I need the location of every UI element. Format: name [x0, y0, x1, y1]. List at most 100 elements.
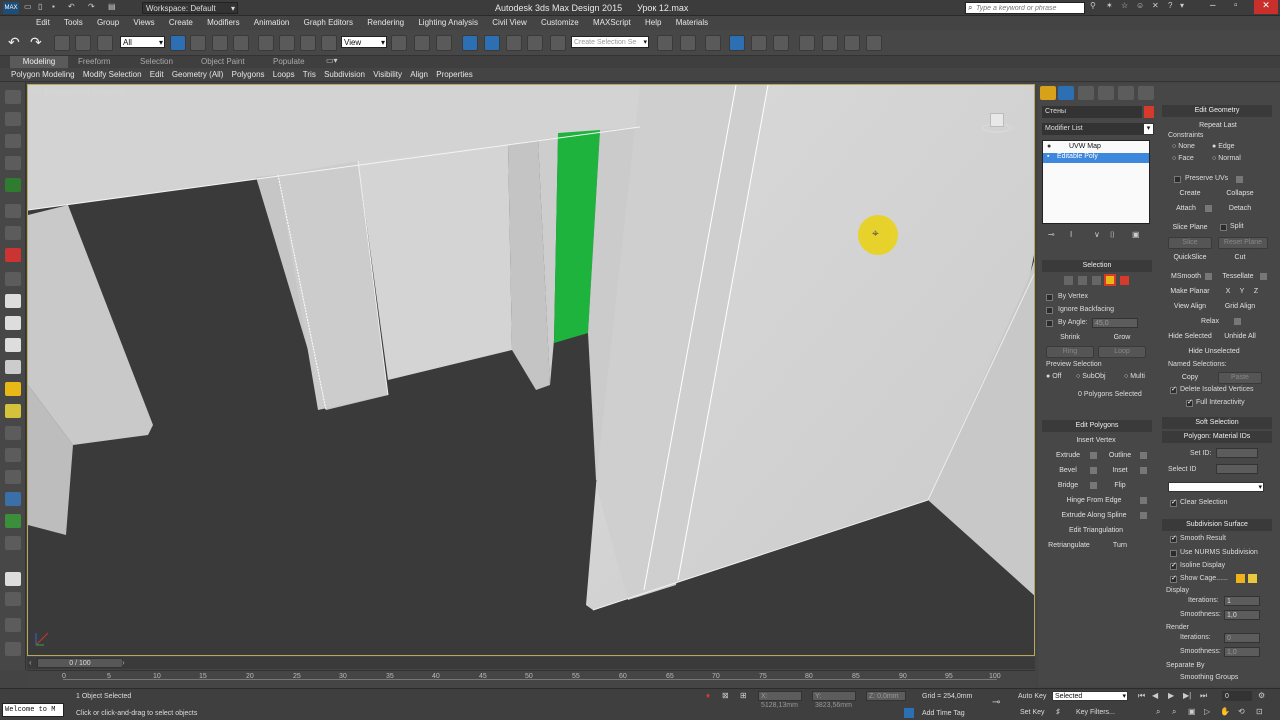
selection-filter-dropdown[interactable]: All ▾	[120, 36, 165, 48]
ribbon-loops[interactable]: Loops	[270, 68, 298, 81]
ribbon-modify-selection[interactable]: Modify Selection	[80, 68, 145, 81]
perspective-viewport[interactable]: [+] [Perspective] [Shaded] ⌖	[27, 84, 1035, 656]
mirror-icon[interactable]	[657, 35, 673, 51]
by-vertex-checkbox[interactable]	[1046, 294, 1053, 301]
graphite-toggle-icon[interactable]	[729, 35, 745, 51]
auto-key-button[interactable]: Auto Key	[1018, 693, 1046, 700]
track-bar[interactable]: 0 5 10 15 20 25 30 35 40 45 50 55 60 65 …	[27, 670, 1035, 688]
show-end-result-icon[interactable]: I	[1070, 230, 1072, 239]
orbit-icon[interactable]: ⟲	[1238, 707, 1245, 716]
create-tab-icon[interactable]	[1040, 86, 1056, 100]
edit-triangulation-button[interactable]: Edit Triangulation	[1046, 525, 1146, 537]
layer-manager-icon[interactable]	[705, 35, 721, 51]
key-filters-button[interactable]: Key Filters...	[1076, 709, 1115, 716]
pivot-center-icon[interactable]	[391, 35, 407, 51]
strip-tool-4-icon[interactable]	[5, 156, 21, 170]
tessellate-button[interactable]: Tessellate	[1218, 271, 1258, 283]
select-id-spinner[interactable]	[1216, 464, 1258, 474]
remove-modifier-icon[interactable]: ⌷	[1110, 230, 1115, 240]
isolate-selection-icon[interactable]: ♦	[706, 691, 710, 700]
window-crossing-icon[interactable]	[233, 35, 249, 51]
inset-button[interactable]: Inset	[1100, 465, 1140, 477]
render-setup-icon[interactable]	[822, 35, 838, 51]
msmooth-button[interactable]: MSmooth	[1168, 271, 1204, 283]
selection-rollout-header[interactable]: Selection	[1042, 260, 1152, 272]
hide-selected-button[interactable]: Hide Selected	[1166, 331, 1214, 343]
go-to-start-icon[interactable]: ⏮	[1138, 691, 1145, 701]
create-button[interactable]: Create	[1168, 188, 1212, 200]
undo-icon[interactable]: ↶	[68, 2, 75, 11]
strip-tool-7-icon[interactable]	[5, 226, 21, 240]
x-coordinate-field[interactable]: X: 5128,13mm	[758, 691, 802, 709]
rectangular-selection-icon[interactable]	[212, 35, 228, 51]
snap-toggle-icon[interactable]	[462, 35, 478, 51]
strip-tool-15-icon[interactable]	[5, 404, 21, 418]
reference-coordinate-dropdown[interactable]: View ▾	[341, 36, 387, 48]
strip-tool-12-icon[interactable]	[5, 338, 21, 352]
keyboard-shortcut-icon[interactable]	[436, 35, 452, 51]
select-move-icon[interactable]	[258, 35, 274, 51]
z-coordinate-field[interactable]: Z: 0,0mm	[866, 691, 906, 701]
curve-editor-icon[interactable]	[751, 35, 767, 51]
strip-tool-18-icon[interactable]	[5, 470, 21, 484]
menu-tools[interactable]: Tools	[58, 16, 89, 27]
collapse-button[interactable]: Collapse	[1218, 188, 1262, 200]
set-key-button[interactable]: Set Key	[1020, 709, 1045, 716]
split-checkbox[interactable]	[1220, 224, 1227, 231]
strip-tool-22-icon[interactable]	[5, 572, 21, 586]
redo-icon[interactable]: ↷	[88, 2, 95, 11]
time-slider[interactable]: ‹ 0 / 100 ›	[27, 657, 1035, 669]
cut-button[interactable]: Cut	[1218, 252, 1262, 264]
hide-unselected-button[interactable]: Hide Unselected	[1178, 346, 1250, 358]
outline-settings-icon[interactable]	[1140, 452, 1147, 459]
select-place-icon[interactable]	[321, 35, 337, 51]
add-time-tag-button[interactable]: Add Time Tag	[922, 710, 965, 717]
menu-create[interactable]: Create	[163, 16, 199, 27]
quickslice-button[interactable]: QuickSlice	[1168, 252, 1212, 264]
help-dropdown-icon[interactable]: ▾	[1180, 1, 1184, 10]
maxscript-listener[interactable]: Welcome to M	[2, 703, 64, 717]
modifier-list-dropdown[interactable]: Modifier List ▾	[1042, 123, 1154, 135]
display-tab-icon[interactable]	[1118, 86, 1134, 100]
border-level-icon[interactable]	[1092, 276, 1101, 285]
hierarchy-tab-icon[interactable]	[1078, 86, 1094, 100]
time-config-icon[interactable]: ⚙	[1258, 691, 1265, 700]
spinner-snap-icon[interactable]	[527, 35, 543, 51]
menu-views[interactable]: Views	[127, 16, 160, 27]
redo-icon[interactable]: ↷	[30, 34, 42, 51]
key-selection-dropdown[interactable]: Selected ▾	[1052, 691, 1128, 701]
project-folder-icon[interactable]: ▤	[108, 2, 116, 11]
strip-tool-20-icon[interactable]	[5, 514, 21, 528]
zoom-icon[interactable]: ⌕	[1156, 707, 1160, 717]
by-angle-spinner[interactable]: 45,0	[1092, 318, 1138, 328]
rendered-frame-icon[interactable]	[844, 35, 860, 51]
align-icon[interactable]	[680, 35, 696, 51]
time-slider-prev-icon[interactable]: ‹	[29, 658, 32, 667]
current-frame-field[interactable]: 0	[1222, 691, 1252, 701]
communication-icon[interactable]: ☆	[1121, 1, 1128, 10]
strip-tool-2-icon[interactable]	[5, 112, 21, 126]
bridge-settings-icon[interactable]	[1090, 482, 1097, 489]
menu-lighting-analysis[interactable]: Lighting Analysis	[412, 16, 484, 27]
ribbon-edit[interactable]: Edit	[147, 68, 167, 81]
relax-button[interactable]: Relax	[1188, 316, 1232, 328]
object-name-field[interactable]: Стены	[1042, 106, 1142, 118]
set-id-spinner[interactable]	[1216, 448, 1258, 458]
show-cage-checkbox[interactable]	[1170, 574, 1177, 583]
search-input[interactable]	[976, 3, 1084, 13]
make-planar-button[interactable]: Make Planar	[1168, 286, 1212, 298]
subdivision-rollout-header[interactable]: Subdivision Surface	[1162, 519, 1272, 531]
cage-color-swatch-1[interactable]	[1236, 574, 1245, 583]
ribbon-subdivision[interactable]: Subdivision	[321, 68, 368, 81]
edit-named-selection-icon[interactable]	[550, 35, 566, 51]
key-filter-icon[interactable]: ♯	[1056, 707, 1060, 716]
menu-civil-view[interactable]: Civil View	[486, 16, 533, 27]
link-icon[interactable]	[54, 35, 70, 51]
outline-button[interactable]: Outline	[1100, 450, 1140, 462]
maximize-icon[interactable]: ▫	[1234, 0, 1238, 11]
extrude-spline-settings-icon[interactable]	[1140, 512, 1147, 519]
select-manipulate-icon[interactable]	[414, 35, 430, 51]
extrude-button[interactable]: Extrude	[1046, 450, 1090, 462]
repeat-last-button[interactable]: Repeat Last	[1168, 120, 1268, 132]
exchange-icon[interactable]: ✕	[1152, 1, 1159, 10]
